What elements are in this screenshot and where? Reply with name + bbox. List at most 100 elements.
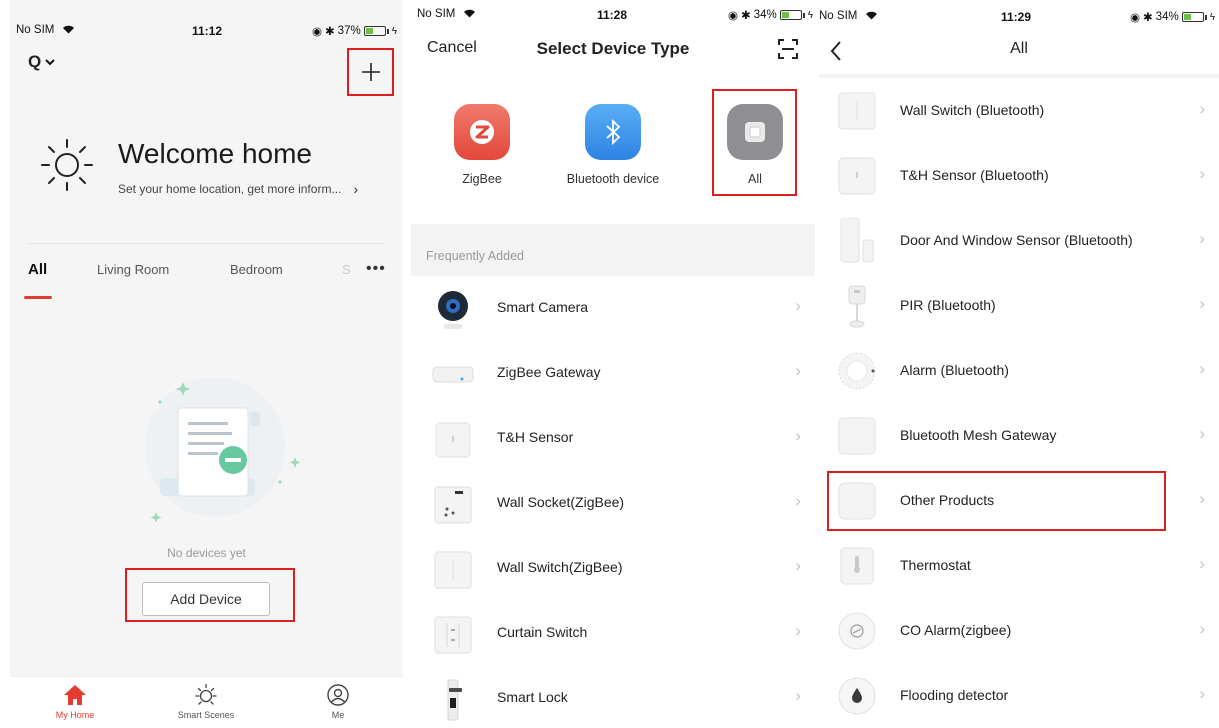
list-item-thermostat[interactable]: Thermostat › [819, 533, 1219, 598]
status-bar: No SIM 11:28 ◉ ✱ 34% ϟ [411, 6, 815, 24]
more-tabs-icon[interactable]: ••• [366, 260, 386, 278]
battery-indicator: ◉ ✱ 34% ϟ [727, 9, 813, 22]
list-item-curtain-switch[interactable]: Curtain Switch › [411, 601, 815, 666]
status-time: 11:12 [192, 24, 223, 38]
sensor-icon [431, 418, 475, 462]
curtain-switch-icon [431, 613, 475, 657]
category-zigbee[interactable]: ZigBee [422, 104, 542, 186]
chevron-down-icon [45, 59, 55, 66]
list-item-wall-switch[interactable]: Wall Switch(ZigBee) › [411, 536, 815, 601]
my-home-screen: No SIM 11:12 ◉ ✱ 37% ϟ Q Welcome home Se… [10, 0, 403, 728]
wifi-icon [463, 10, 475, 18]
switch-icon [837, 90, 877, 132]
list-item-smart-camera[interactable]: Smart Camera › [411, 276, 815, 341]
chevron-right-icon: › [1199, 619, 1205, 638]
list-item-co-alarm[interactable]: CO Alarm(zigbee) › [819, 598, 1219, 663]
nav-my-home[interactable]: My Home [25, 683, 125, 720]
category-bluetooth[interactable]: Bluetooth device [553, 104, 673, 186]
chevron-right-icon: › [353, 181, 359, 197]
water-drop-icon [837, 675, 877, 717]
battery-icon [779, 10, 802, 20]
chevron-right-icon: › [1199, 294, 1205, 313]
chevron-right-icon: › [795, 296, 801, 315]
status-time: 11:28 [597, 8, 628, 22]
chevron-right-icon: › [1199, 359, 1205, 378]
wifi-icon [62, 26, 74, 34]
battery-indicator: ◉ ✱ 34% ϟ [1129, 11, 1215, 24]
location-icon: ◉ [727, 10, 739, 22]
status-time: 11:29 [1001, 10, 1032, 24]
nav-smart-scenes[interactable]: Smart Scenes [156, 683, 256, 720]
list-item-door-window-sensor-bluetooth[interactable]: Door And Window Sensor (Bluetooth) › [819, 208, 1219, 273]
charging-icon: ϟ [1209, 11, 1215, 23]
bottom-navigation: My Home Smart Scenes Me [10, 676, 403, 728]
socket-icon [431, 483, 475, 527]
select-device-type-screen: No SIM 11:28 ◉ ✱ 34% ϟ Cancel Select Dev… [411, 0, 815, 728]
door-sensor-icon [837, 218, 877, 263]
bluetooth-status-icon: ✱ [325, 26, 335, 38]
empty-state-text: No devices yet [167, 546, 246, 560]
tab-living-room[interactable]: Living Room [97, 262, 169, 277]
chevron-right-icon: › [795, 621, 801, 640]
list-item-smart-lock[interactable]: Smart Lock › [411, 666, 815, 728]
chevron-right-icon: › [1199, 489, 1205, 508]
bluetooth-status-icon: ✱ [741, 10, 751, 22]
list-item-bluetooth-mesh-gateway[interactable]: Bluetooth Mesh Gateway › [819, 403, 1219, 468]
home-icon [64, 685, 86, 705]
wifi-icon [865, 12, 877, 20]
zigbee-icon [454, 104, 510, 160]
battery-icon [363, 26, 386, 36]
camera-icon [431, 288, 475, 332]
list-item-wall-switch-bluetooth[interactable]: Wall Switch (Bluetooth) › [819, 78, 1219, 143]
chevron-right-icon: › [795, 686, 801, 705]
switch-icon [431, 548, 475, 592]
scan-icon[interactable] [777, 38, 799, 60]
sun-icon [41, 139, 93, 191]
highlight-frame [827, 471, 1166, 531]
chevron-right-icon: › [1199, 164, 1205, 183]
nav-me[interactable]: Me [288, 683, 388, 720]
carrier-label: No SIM [417, 8, 476, 20]
status-bar: No SIM 11:12 ◉ ✱ 37% ϟ [10, 22, 403, 40]
chevron-right-icon: › [1199, 424, 1205, 443]
chevron-right-icon: › [1199, 229, 1205, 248]
pir-sensor-icon [837, 285, 877, 328]
list-item-pir-bluetooth[interactable]: PIR (Bluetooth) › [819, 273, 1219, 338]
list-item-wall-socket[interactable]: Wall Socket(ZigBee) › [411, 471, 815, 536]
chevron-right-icon: › [795, 556, 801, 575]
bluetooth-status-icon: ✱ [1143, 12, 1153, 24]
carrier-label: No SIM [16, 24, 75, 36]
charging-icon: ϟ [807, 9, 813, 21]
list-item-th-sensor-bluetooth[interactable]: T&H Sensor (Bluetooth) › [819, 143, 1219, 208]
list-item-alarm-bluetooth[interactable]: Alarm (Bluetooth) › [819, 338, 1219, 403]
thermostat-icon [837, 545, 877, 587]
chevron-right-icon: › [795, 426, 801, 445]
chevron-right-icon: › [1199, 684, 1205, 703]
tab-all[interactable]: All [28, 261, 47, 278]
add-device-button[interactable]: Add Device [142, 582, 270, 616]
carrier-label: No SIM [819, 10, 878, 22]
alarm-icon [837, 350, 877, 392]
lock-icon [431, 678, 475, 722]
location-icon: ◉ [1129, 12, 1141, 24]
home-location-link[interactable]: Set your home location, get more inform.… [118, 181, 358, 197]
list-item-th-sensor[interactable]: T&H Sensor › [411, 406, 815, 471]
gateway-icon [837, 415, 877, 457]
charging-icon: ϟ [391, 25, 397, 37]
home-switcher[interactable]: Q [28, 52, 55, 72]
all-devices-screen: No SIM 11:29 ◉ ✱ 34% ϟ All Wall Switch (… [819, 0, 1219, 728]
sun-outline-icon [195, 683, 217, 705]
chevron-right-icon: › [1199, 99, 1205, 118]
tab-bedroom[interactable]: Bedroom [230, 262, 283, 277]
add-button[interactable] [347, 48, 394, 96]
chevron-right-icon: › [1199, 554, 1205, 573]
section-label: Frequently Added [426, 249, 524, 263]
plus-icon [361, 63, 380, 81]
battery-indicator: ◉ ✱ 37% ϟ [311, 25, 397, 38]
tab-active-indicator [24, 296, 52, 299]
empty-state-illustration [145, 377, 300, 522]
list-item-flooding-detector[interactable]: Flooding detector › [819, 663, 1219, 728]
list-item-zigbee-gateway[interactable]: ZigBee Gateway › [411, 341, 815, 406]
gateway-icon [431, 353, 475, 397]
chevron-right-icon: › [795, 361, 801, 380]
